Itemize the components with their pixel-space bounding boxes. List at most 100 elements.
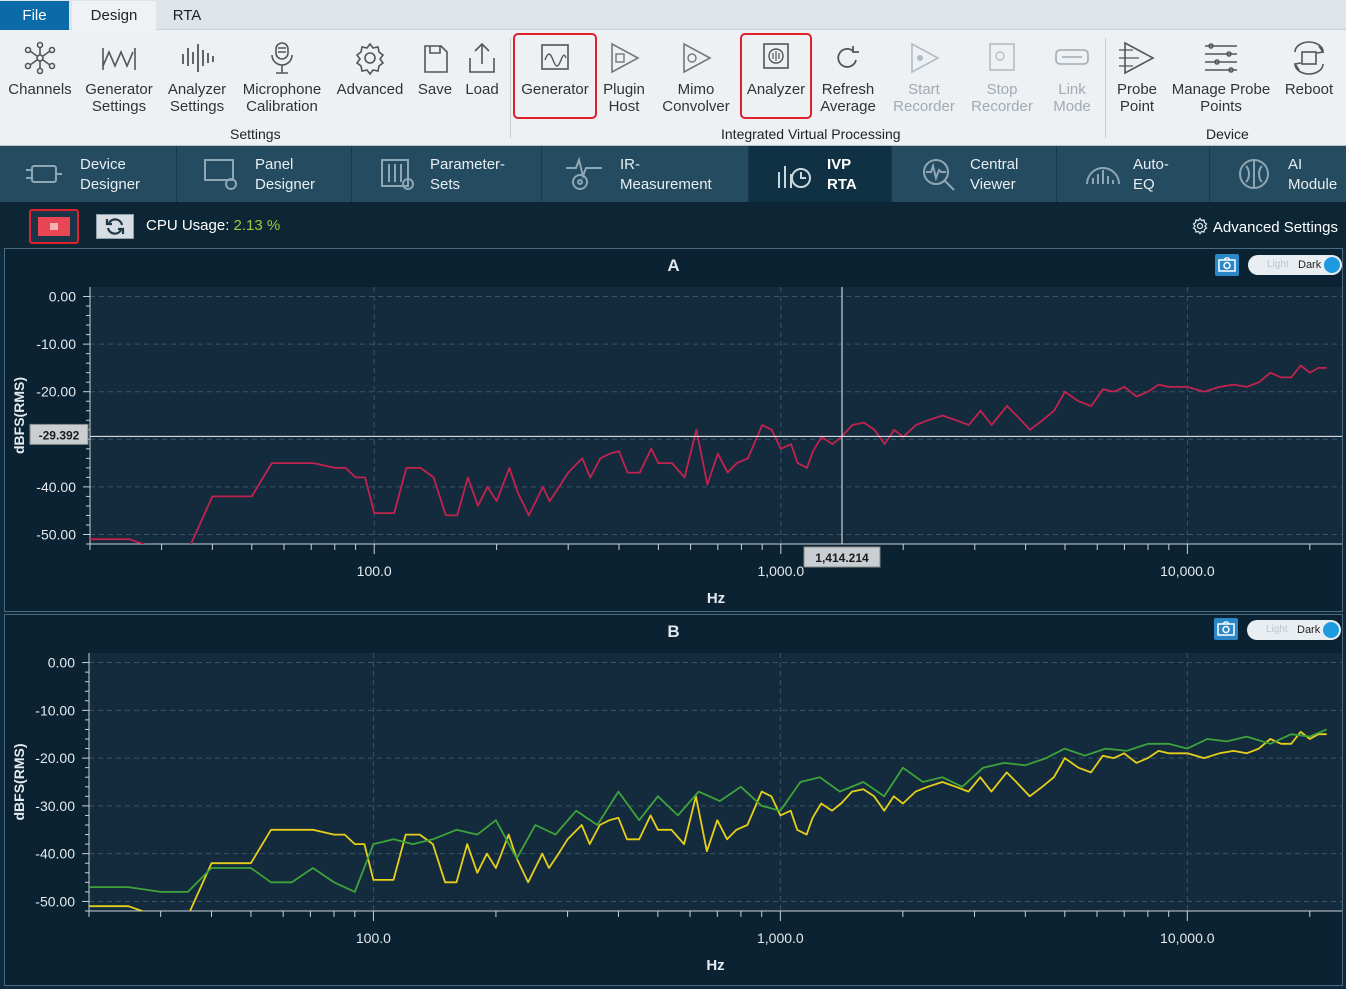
stop-recorder-button[interactable]: Stop Recorder xyxy=(966,32,1038,124)
y-tick-label: 0.00 xyxy=(49,289,76,305)
module-nav: Device Designer Panel Designer Parameter… xyxy=(0,146,1346,202)
stop-button[interactable] xyxy=(29,209,79,244)
parameter-sets-icon xyxy=(381,159,414,190)
convolver-icon xyxy=(683,42,712,74)
cpu-usage-value: 2.13 xyxy=(233,217,263,234)
channels-label: Channels xyxy=(8,81,72,98)
y-axis-title: dBFS(RMS) xyxy=(11,744,27,821)
x-axis-title: Hz xyxy=(707,590,725,607)
x-tick-label: 10,000.0 xyxy=(1160,930,1215,946)
plugin-icon xyxy=(611,42,640,74)
cpu-usage-label: CPU Usage: xyxy=(146,217,230,234)
probe-point-button[interactable]: Probe Point xyxy=(1110,32,1164,124)
plugin-host-button[interactable]: Plugin Host xyxy=(598,32,650,124)
menu-tab-file[interactable]: File xyxy=(0,1,69,30)
tab-label: IR- Measurement xyxy=(620,156,712,193)
mimo-convolver-button[interactable]: Mimo Convolver xyxy=(656,32,736,124)
refresh-icon xyxy=(837,46,859,68)
save-button[interactable]: Save xyxy=(412,32,458,124)
ir-measurement-icon xyxy=(566,156,602,190)
reboot-icon xyxy=(1293,41,1325,75)
refresh-average-label: Refresh Average xyxy=(820,81,876,115)
upload-icon xyxy=(469,42,495,73)
tab-ai-module[interactable]: AI Module xyxy=(1210,146,1346,202)
start-recorder-button[interactable]: Start Recorder xyxy=(888,32,960,124)
refresh-average-button[interactable]: Refresh Average xyxy=(815,32,881,124)
tab-ir-measurement[interactable]: IR- Measurement xyxy=(542,146,749,202)
tab-parameter-sets[interactable]: Parameter- Sets xyxy=(352,146,542,202)
screenshot-button[interactable] xyxy=(1214,618,1238,640)
camera-icon xyxy=(1218,257,1236,272)
tab-panel-designer[interactable]: Panel Designer xyxy=(177,146,352,202)
generator-button[interactable]: Generator xyxy=(513,33,597,119)
load-button[interactable]: Load xyxy=(460,32,504,124)
save-label: Save xyxy=(417,81,453,98)
generator-settings-button[interactable]: Generator Settings xyxy=(82,32,156,124)
microphone-calibration-button[interactable]: Microphone Calibration xyxy=(238,32,326,124)
x-tick-label: 100.0 xyxy=(357,563,392,579)
save-icon xyxy=(424,45,448,73)
reboot-label: Reboot xyxy=(1284,81,1334,98)
sync-button[interactable] xyxy=(96,214,134,239)
probe-point-label: Probe Point xyxy=(1116,81,1158,115)
y-tick-label: -10.00 xyxy=(35,702,75,718)
menu-tab-rta[interactable]: RTA xyxy=(156,1,218,30)
x-tick-label: 10,000.0 xyxy=(1160,563,1215,579)
list-icon xyxy=(1205,43,1237,73)
mimo-convolver-label: Mimo Convolver xyxy=(662,81,730,115)
advanced-button[interactable]: Advanced xyxy=(334,32,406,124)
tab-central-viewer[interactable]: Central Viewer xyxy=(892,146,1057,202)
theme-dark-label: Dark xyxy=(1298,259,1322,271)
tab-label: Central Viewer xyxy=(970,156,1019,193)
y-axis-title: dBFS(RMS) xyxy=(11,377,27,454)
manage-probe-points-button[interactable]: Manage Probe Points xyxy=(1168,32,1274,124)
y-tick-label: 0.00 xyxy=(48,655,75,671)
advanced-settings-label: Advanced Settings xyxy=(1212,219,1338,236)
microphone-icon xyxy=(271,42,293,74)
start-recorder-label: Start Recorder xyxy=(893,81,955,115)
y-tick-label: -40.00 xyxy=(35,846,75,862)
panel-a-title: A xyxy=(667,256,680,275)
x-tick-label: 1,000.0 xyxy=(757,563,804,579)
y-tick-label: -50.00 xyxy=(36,526,76,542)
record-stop-icon xyxy=(989,43,1015,71)
cursor-x-readout: 1,414.214 xyxy=(815,551,869,565)
y-tick-label: -30.00 xyxy=(35,798,75,814)
x-tick-label: 100.0 xyxy=(356,930,391,946)
theme-toggle[interactable]: Light Dark xyxy=(1247,620,1341,640)
tab-device-designer[interactable]: Device Designer xyxy=(0,146,177,202)
rta-chart-a[interactable]: 0.00 -10.00 -20.00 -40.00 -50.00 100.0 1,000.0… xyxy=(0,282,1346,610)
link-mode-button[interactable]: Link Mode xyxy=(1044,32,1100,124)
panel-designer-icon xyxy=(204,159,237,190)
generator-settings-icon xyxy=(102,48,136,70)
group-label-settings: Settings xyxy=(230,126,281,142)
reboot-button[interactable]: Reboot xyxy=(1280,32,1338,124)
link-mode-label: Link Mode xyxy=(1053,81,1091,115)
theme-toggle[interactable]: Light Dark xyxy=(1248,255,1342,275)
gear-icon xyxy=(1192,217,1208,235)
ribbon-separator xyxy=(510,38,511,138)
analyzer-label: Analyzer xyxy=(746,81,806,98)
analyzer-settings-button[interactable]: Analyzer Settings xyxy=(160,32,234,124)
analyzer-button[interactable]: Analyzer xyxy=(740,33,812,119)
stop-icon xyxy=(38,217,70,236)
analyzer-settings-label: Analyzer Settings xyxy=(167,81,227,115)
y-tick-label: -40.00 xyxy=(36,479,76,495)
probe-point-icon xyxy=(1119,41,1155,75)
tab-ivp-rta[interactable]: IVP RTA xyxy=(749,146,892,202)
channels-button[interactable]: Channels xyxy=(4,32,76,124)
tab-auto-eq[interactable]: Auto- EQ xyxy=(1057,146,1210,202)
y-tick-label: -50.00 xyxy=(35,893,75,909)
advanced-settings-link[interactable]: Advanced Settings xyxy=(1191,217,1338,236)
ivp-rta-icon xyxy=(778,166,811,188)
rta-chart-b[interactable]: 0.00 -10.00 -20.00 -30.00 -40.00 -50.00 100.0 1… xyxy=(0,648,1346,984)
tab-label: Device Designer xyxy=(80,156,141,193)
screenshot-button[interactable] xyxy=(1215,254,1239,276)
group-label-device: Device xyxy=(1206,126,1249,142)
toggle-knob xyxy=(1324,257,1340,273)
y-tick-label: -20.00 xyxy=(36,384,76,400)
menu-tab-design[interactable]: Design xyxy=(72,1,156,30)
auto-eq-icon xyxy=(1086,167,1120,185)
plugin-host-label: Plugin Host xyxy=(603,81,645,115)
tab-label: AI Module xyxy=(1288,156,1338,193)
